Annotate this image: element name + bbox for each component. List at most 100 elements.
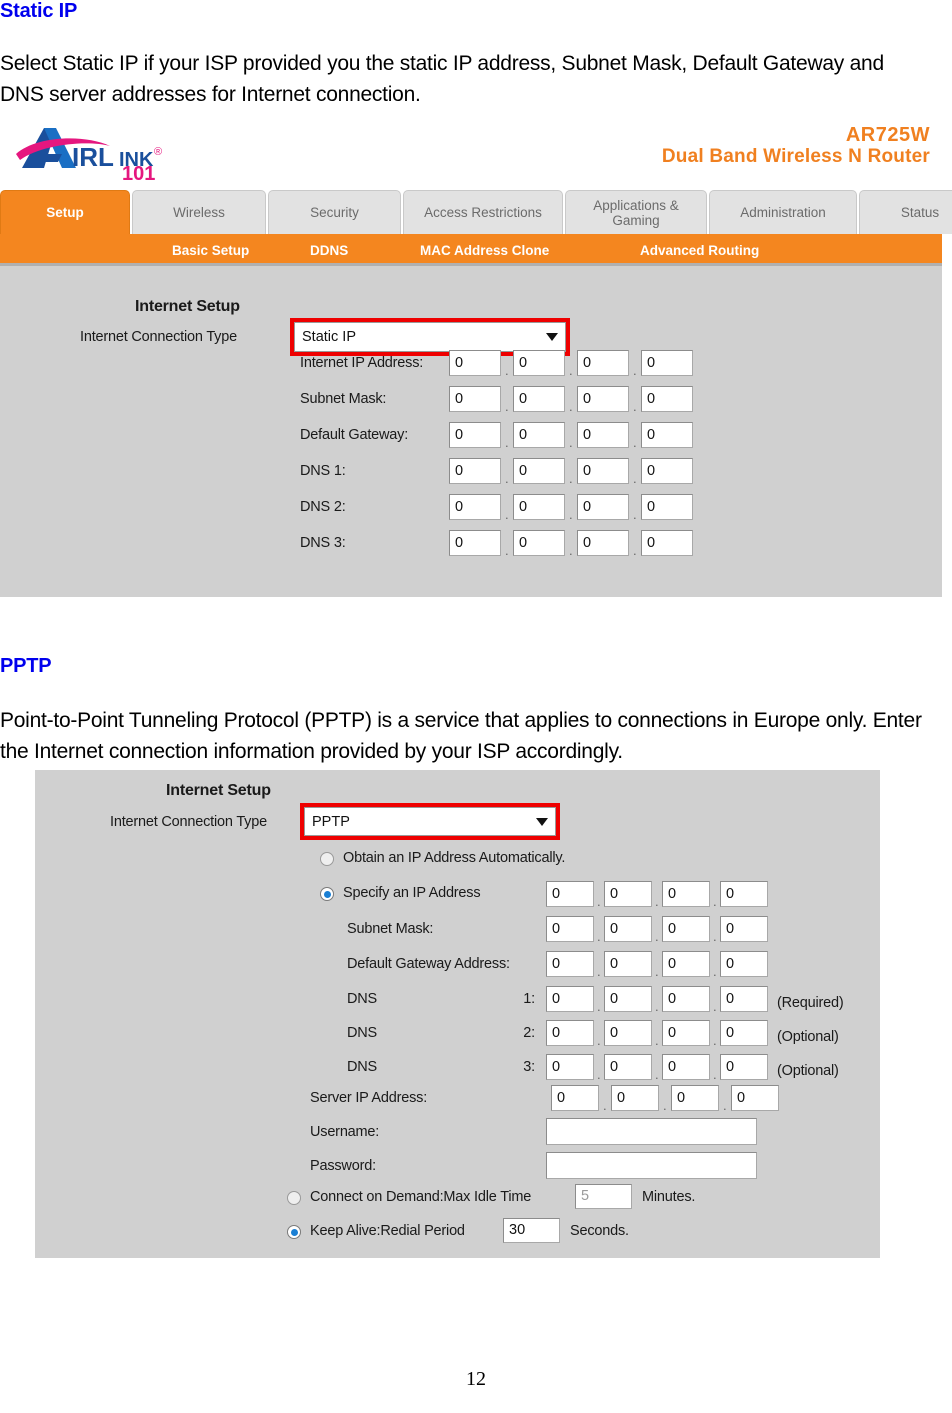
pptp-password-input[interactable] xyxy=(546,1152,757,1179)
static-dns-2-octet-1[interactable]: 0 xyxy=(449,494,501,520)
tab-status[interactable]: Status xyxy=(859,190,952,234)
pptp-dns-1-octet-1[interactable]: 0 xyxy=(546,986,594,1012)
static-dns-3-octet-2[interactable]: 0 xyxy=(513,530,565,556)
pptp-dns-2-octet-1[interactable]: 0 xyxy=(546,1020,594,1046)
pptp-dns-3-octet-3[interactable]: 0 xyxy=(662,1054,710,1080)
pptp-default-gateway-separator-dot: . xyxy=(597,964,601,979)
static-dns-3-separator-dot: . xyxy=(505,543,509,558)
pptp-username-input[interactable] xyxy=(546,1118,757,1145)
static-internet-ip-address-octet-2[interactable]: 0 xyxy=(513,350,565,376)
pptp-dns-2-label: DNS xyxy=(347,1025,378,1041)
pptp-specify-ip-octet-1[interactable]: 0 xyxy=(546,881,594,907)
pptp-redial-period-input[interactable]: 30 xyxy=(503,1218,560,1243)
pptp-dns-2-separator-dot: . xyxy=(713,1033,717,1048)
tab-setup[interactable]: Setup xyxy=(0,190,130,234)
paragraph-static-ip: Select Static IP if your ISP provided yo… xyxy=(0,52,884,106)
static-default-gateway-octet-2[interactable]: 0 xyxy=(513,422,565,448)
pptp-default-gateway-octet-3[interactable]: 0 xyxy=(662,951,710,977)
static-default-gateway-separator-dot: . xyxy=(505,435,509,450)
pptp-dns-2-octet-4[interactable]: 0 xyxy=(720,1020,768,1046)
pptp-dns-2-octet-3[interactable]: 0 xyxy=(662,1020,710,1046)
pptp-dns-3-octet-4[interactable]: 0 xyxy=(720,1054,768,1080)
pptp-subnet-mask-separator-dot: . xyxy=(655,929,659,944)
static-label-internet-ip-address: Internet IP Address: xyxy=(300,355,424,371)
tab-administration[interactable]: Administration xyxy=(709,190,857,234)
static-dns-3-octet-1[interactable]: 0 xyxy=(449,530,501,556)
pptp-subnet-mask-octet-1[interactable]: 0 xyxy=(546,916,594,942)
subnav-advanced-routing[interactable]: Advanced Routing xyxy=(640,243,759,258)
static-dns-2-octet-4[interactable]: 0 xyxy=(641,494,693,520)
pptp-specify-ip-octet-3[interactable]: 0 xyxy=(662,881,710,907)
pptp-specify-ip-separator-dot: . xyxy=(597,894,601,909)
pptp-specify-ip-octet-2[interactable]: 0 xyxy=(604,881,652,907)
static-subnet-mask-separator-dot: . xyxy=(505,399,509,414)
pptp-default-gateway-octet-1[interactable]: 0 xyxy=(546,951,594,977)
static-internet-ip-address-octet-1[interactable]: 0 xyxy=(449,350,501,376)
static-dns-1-octet-2[interactable]: 0 xyxy=(513,458,565,484)
pptp-default-gateway-octet-4[interactable]: 0 xyxy=(720,951,768,977)
pptp-dns-3-octet-2[interactable]: 0 xyxy=(604,1054,652,1080)
tab-security[interactable]: Security xyxy=(268,190,401,234)
pptp-subnet-mask-octet-2[interactable]: 0 xyxy=(604,916,652,942)
static-dns-3-octet-3[interactable]: 0 xyxy=(577,530,629,556)
static-subnet-mask-octet-1[interactable]: 0 xyxy=(449,386,501,412)
tab-wireless[interactable]: Wireless xyxy=(132,190,266,234)
subnav-mac-address-clone[interactable]: MAC Address Clone xyxy=(420,243,549,258)
pptp-keep-alive-radio[interactable] xyxy=(287,1225,301,1239)
static-default-gateway-separator-dot: . xyxy=(569,435,573,450)
pptp-dns-1-octet-4[interactable]: 0 xyxy=(720,986,768,1012)
static-subnet-mask-octet-4[interactable]: 0 xyxy=(641,386,693,412)
pptp-obtain-auto-radio[interactable] xyxy=(320,852,334,866)
pptp-specify-ip-radio[interactable] xyxy=(320,887,334,901)
pptp-max-idle-time-input[interactable]: 5 xyxy=(575,1184,632,1209)
pptp-server-ip-octet-4[interactable]: 0 xyxy=(731,1085,779,1111)
subnav-ddns[interactable]: DDNS xyxy=(310,243,348,258)
pptp-server-ip-octet-2[interactable]: 0 xyxy=(611,1085,659,1111)
svg-text:IRL: IRL xyxy=(72,142,114,172)
static-dns-2-octet-3[interactable]: 0 xyxy=(577,494,629,520)
static-internet-ip-address-octet-3[interactable]: 0 xyxy=(577,350,629,376)
static-label-dns-1: DNS 1: xyxy=(300,463,346,479)
tab-access-restrictions[interactable]: Access Restrictions xyxy=(403,190,563,234)
static-dns-2-separator-dot: . xyxy=(505,507,509,522)
pptp-dns-1-separator-dot: . xyxy=(713,999,717,1014)
pptp-dns-1-octet-3[interactable]: 0 xyxy=(662,986,710,1012)
pptp-specify-ip-separator-dot: . xyxy=(713,894,717,909)
pptp-subnet-mask-octet-4[interactable]: 0 xyxy=(720,916,768,942)
pptp-obtain-auto-label: Obtain an IP Address Automatically. xyxy=(343,850,566,866)
pptp-server-ip-octet-1[interactable]: 0 xyxy=(551,1085,599,1111)
static-default-gateway-octet-4[interactable]: 0 xyxy=(641,422,693,448)
static-dns-1-octet-1[interactable]: 0 xyxy=(449,458,501,484)
static-subnet-mask-octet-3[interactable]: 0 xyxy=(577,386,629,412)
pptp-default-gateway-octet-2[interactable]: 0 xyxy=(604,951,652,977)
static-dns-1-octet-4[interactable]: 0 xyxy=(641,458,693,484)
static-dns-3-octet-4[interactable]: 0 xyxy=(641,530,693,556)
tab-applications-gaming[interactable]: Applications & Gaming xyxy=(565,190,707,234)
static-default-gateway-octet-3[interactable]: 0 xyxy=(577,422,629,448)
subnav-basic-setup[interactable]: Basic Setup xyxy=(172,243,249,258)
pptp-specify-ip-octet-4[interactable]: 0 xyxy=(720,881,768,907)
airlink-101-logo: IRL INK ® 101 xyxy=(14,122,184,182)
pptp-dns-1-octet-2[interactable]: 0 xyxy=(604,986,652,1012)
tab-label: Setup xyxy=(46,205,84,220)
pptp-dns-3-label: DNS xyxy=(347,1059,378,1075)
static-dns-2-separator-dot: . xyxy=(569,507,573,522)
heading-pptp: PPTP xyxy=(0,655,52,677)
static-label-dns-3: DNS 3: xyxy=(300,535,346,551)
static-subnet-mask-octet-2[interactable]: 0 xyxy=(513,386,565,412)
static-internet-ip-address-octet-4[interactable]: 0 xyxy=(641,350,693,376)
pptp-connect-on-demand-radio[interactable] xyxy=(287,1191,301,1205)
pptp-dns-2-octet-2[interactable]: 0 xyxy=(604,1020,652,1046)
pptp-server-ip-label: Server IP Address: xyxy=(310,1090,428,1106)
tab-label: Security xyxy=(310,205,359,220)
static-dns-1-separator-dot: . xyxy=(633,471,637,486)
router-ui-pptp: Internet Setup Internet Connection Type PP… xyxy=(35,770,880,1258)
pptp-dns-3-index: 3: xyxy=(523,1059,535,1075)
pptp-subnet-mask-octet-3[interactable]: 0 xyxy=(662,916,710,942)
static-ip-form-body: Internet Setup Internet Connection Type St… xyxy=(0,266,942,591)
static-dns-1-octet-3[interactable]: 0 xyxy=(577,458,629,484)
pptp-server-ip-octet-3[interactable]: 0 xyxy=(671,1085,719,1111)
static-default-gateway-octet-1[interactable]: 0 xyxy=(449,422,501,448)
pptp-dns-3-octet-1[interactable]: 0 xyxy=(546,1054,594,1080)
static-dns-2-octet-2[interactable]: 0 xyxy=(513,494,565,520)
